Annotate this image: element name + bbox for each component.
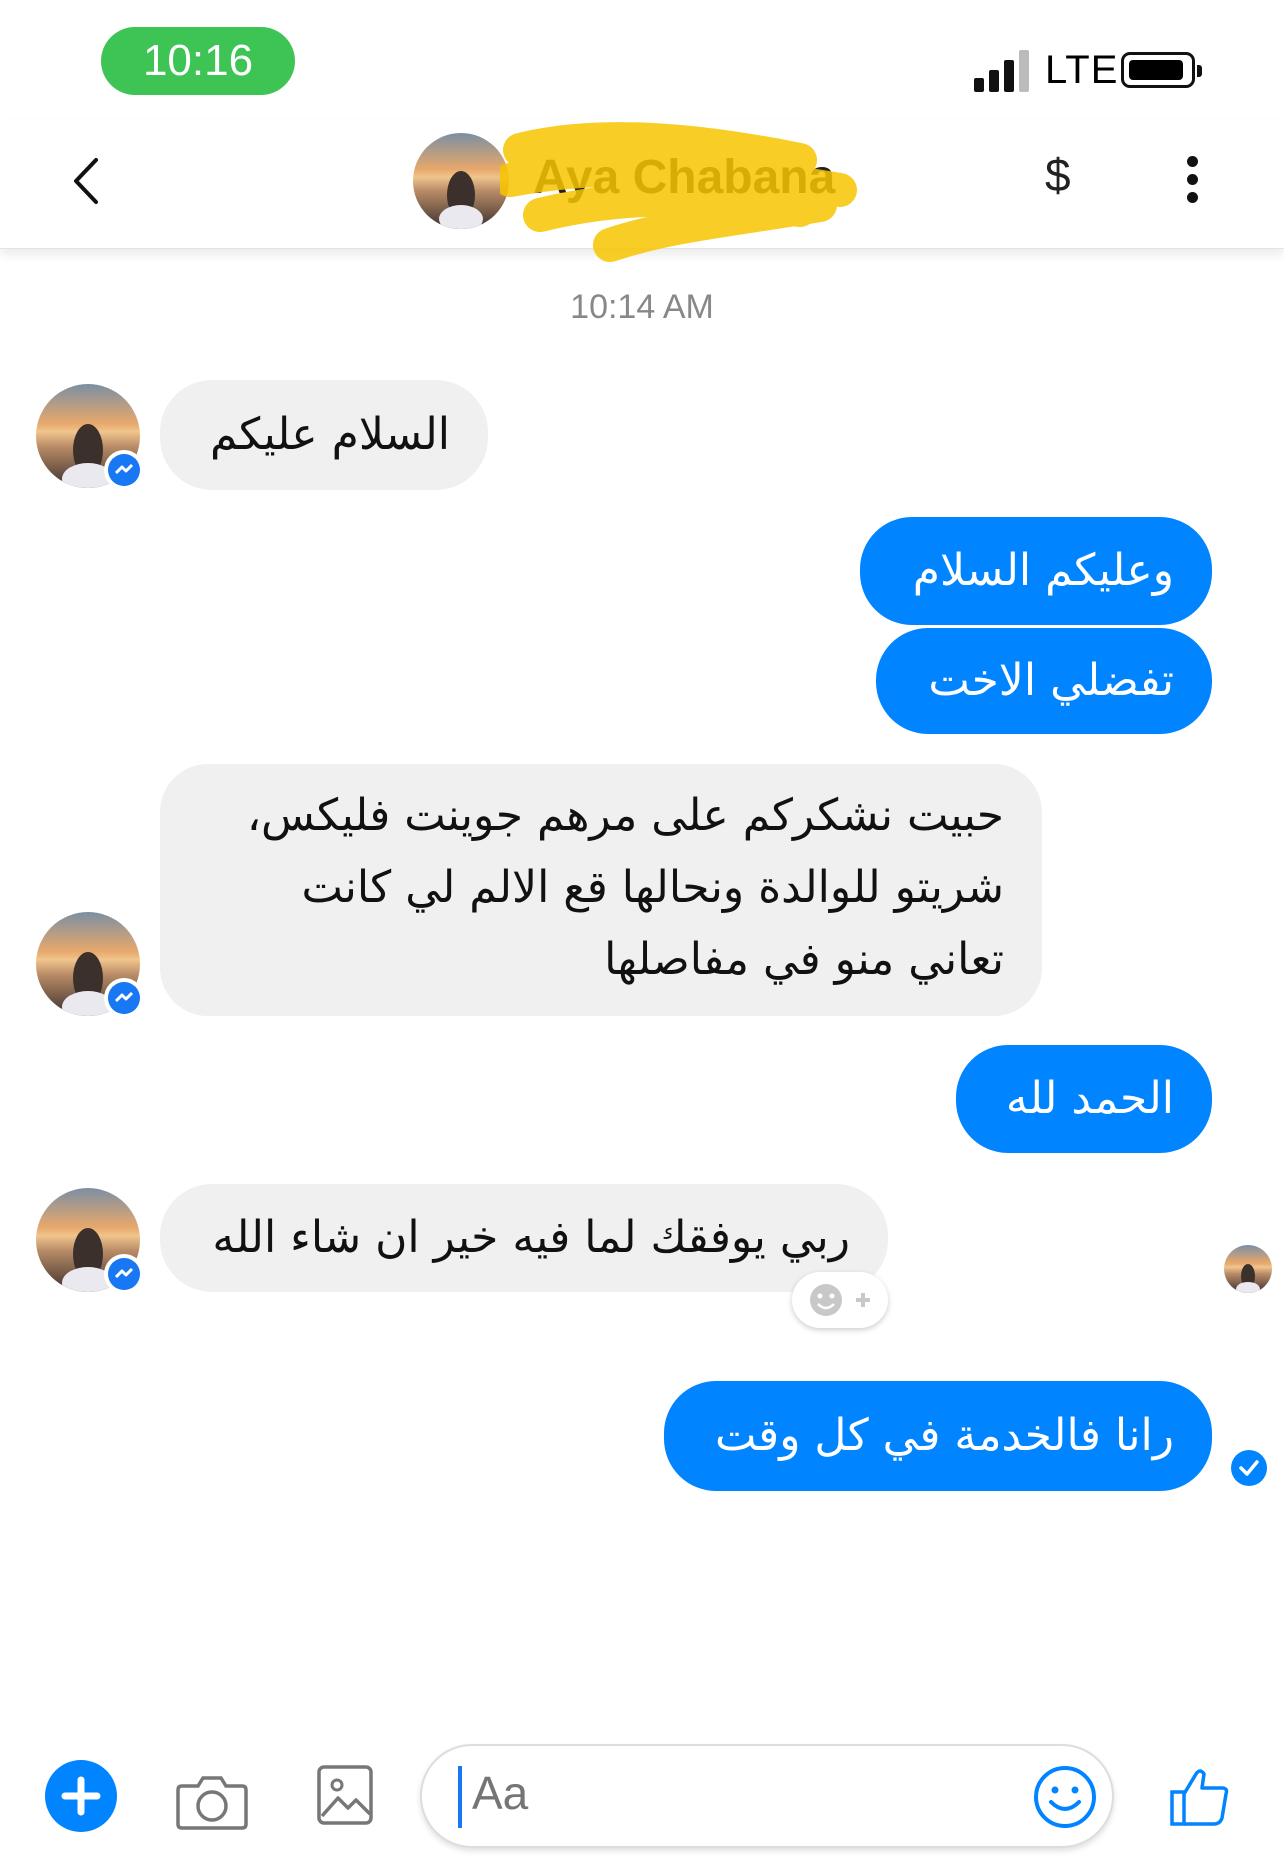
network-label: LTE bbox=[1045, 48, 1119, 92]
message-timestamp: 10:14 AM bbox=[570, 288, 714, 326]
contact-avatar[interactable] bbox=[413, 133, 509, 229]
outgoing-message[interactable]: الحمد لله bbox=[956, 1045, 1212, 1153]
signal-icon bbox=[974, 50, 1034, 92]
camera-icon[interactable] bbox=[176, 1770, 248, 1830]
incoming-message[interactable]: ربي يوفقك لما فيه خير ان شاء الله bbox=[160, 1184, 888, 1292]
payment-icon[interactable]: $ bbox=[1045, 148, 1071, 202]
gallery-icon[interactable] bbox=[316, 1764, 374, 1826]
status-time: 10:16 bbox=[101, 27, 295, 95]
outgoing-message[interactable]: تفضلي الاخت bbox=[876, 628, 1212, 734]
delivered-check-icon bbox=[1231, 1450, 1267, 1486]
outgoing-message[interactable]: وعليكم السلام bbox=[860, 517, 1212, 625]
react-icon[interactable] bbox=[792, 1272, 888, 1328]
more-icon[interactable] bbox=[1186, 156, 1200, 204]
message-line: حبيت نشكركم على مرهم جوينت فليكس، bbox=[246, 790, 1004, 841]
like-icon[interactable] bbox=[1168, 1764, 1232, 1828]
messenger-badge-icon bbox=[104, 1254, 144, 1294]
message-line: تعاني منو في مفاصلها bbox=[604, 934, 1004, 985]
message-composer bbox=[420, 1744, 1114, 1848]
message-input[interactable] bbox=[472, 1766, 992, 1820]
emoji-icon[interactable] bbox=[1032, 1764, 1098, 1830]
incoming-message[interactable]: السلام عليكم bbox=[160, 380, 488, 490]
message-line: شريتو للوالدة ونحالها قع الالم لي كانت bbox=[301, 862, 1004, 913]
battery-icon bbox=[1121, 52, 1202, 88]
text-caret bbox=[458, 1766, 462, 1828]
back-icon[interactable] bbox=[66, 156, 106, 206]
redaction-scribble bbox=[500, 122, 857, 262]
messenger-badge-icon bbox=[104, 978, 144, 1018]
plus-icon[interactable] bbox=[45, 1760, 117, 1832]
seen-avatar bbox=[1224, 1245, 1272, 1293]
messenger-badge-icon bbox=[104, 450, 144, 490]
outgoing-message[interactable]: رانا فالخدمة في كل وقت bbox=[664, 1381, 1212, 1491]
incoming-message[interactable]: حبيت نشكركم على مرهم جوينت فليكس، شريتو … bbox=[160, 764, 1042, 1016]
